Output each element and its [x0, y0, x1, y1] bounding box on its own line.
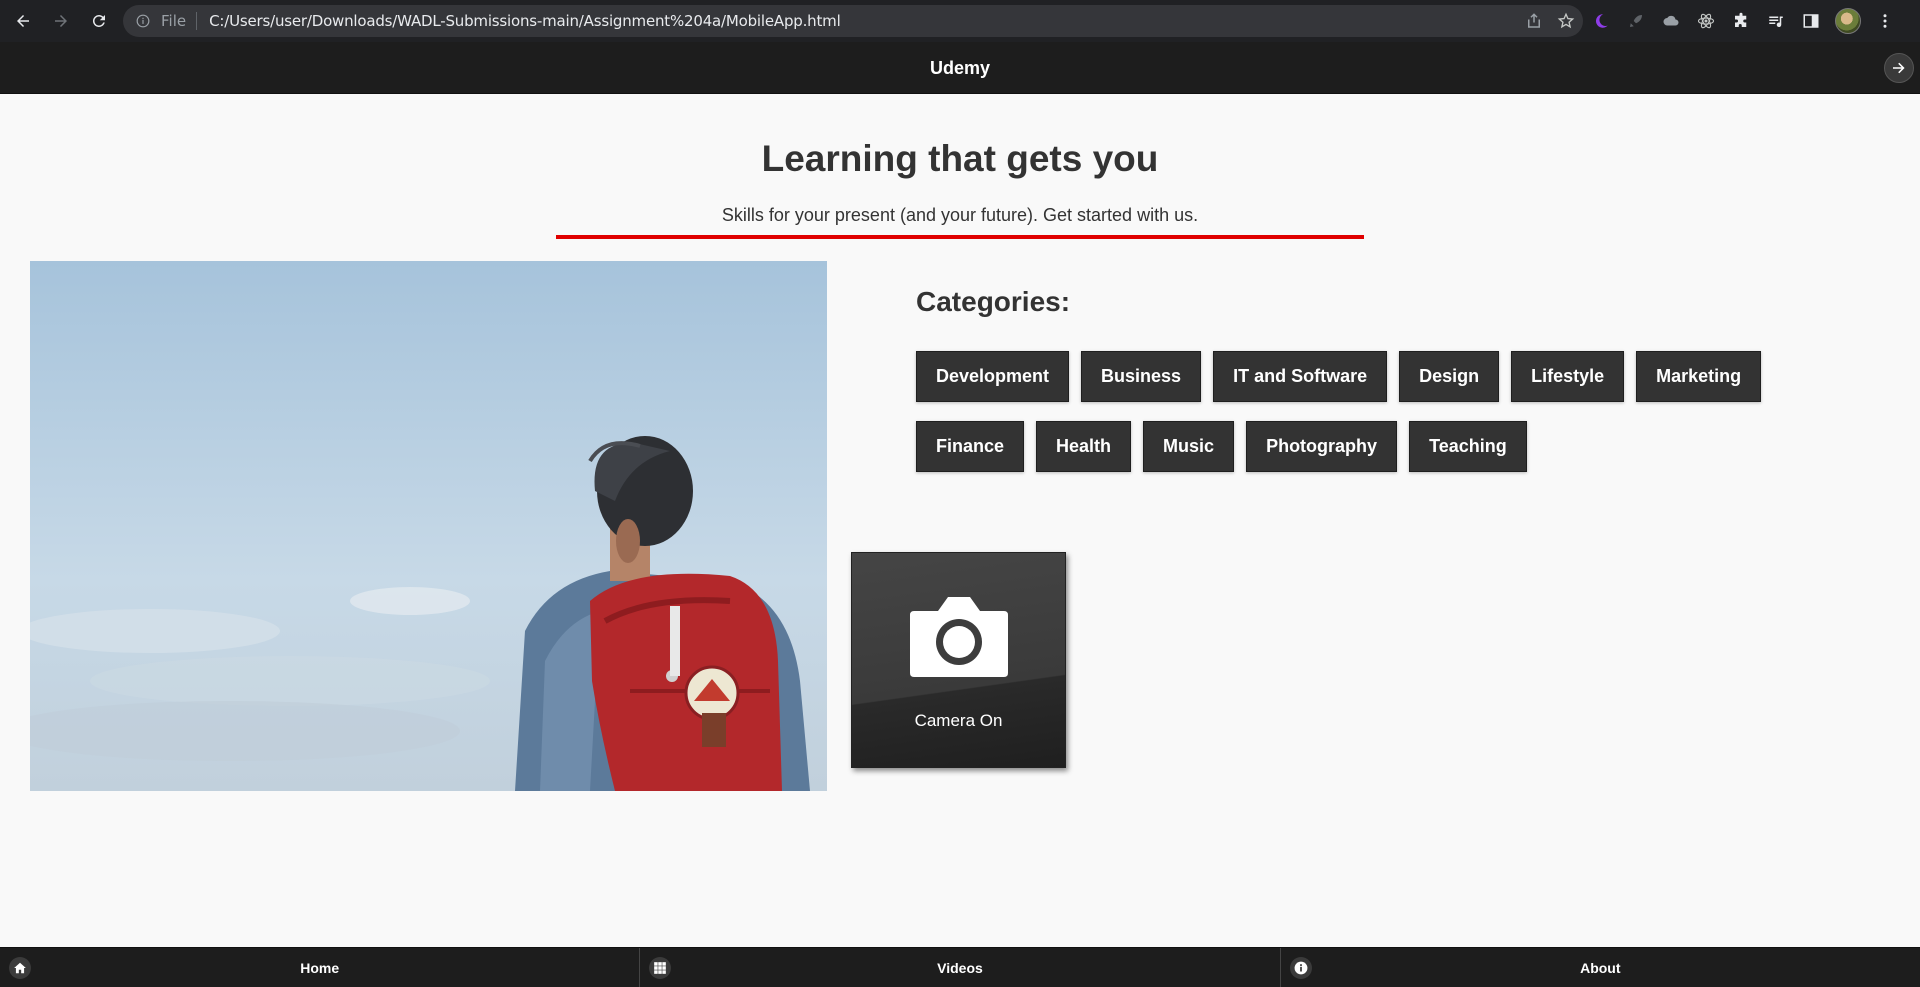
side-panel-button[interactable]	[1800, 10, 1822, 32]
category-music-button[interactable]: Music	[1143, 421, 1235, 472]
category-development-button[interactable]: Development	[916, 351, 1070, 402]
profile-avatar[interactable]	[1835, 8, 1861, 34]
category-it-software-button[interactable]: IT and Software	[1213, 351, 1388, 402]
app-title: Udemy	[929, 58, 991, 78]
info-icon	[1289, 957, 1312, 979]
nav-videos[interactable]: Videos	[640, 948, 1281, 987]
arrow-left-icon	[17, 15, 29, 27]
rocket-icon	[1630, 15, 1642, 27]
camera-label: Camera On	[914, 711, 1003, 730]
forward-button[interactable]	[46, 6, 76, 36]
nav-home[interactable]: Home	[0, 948, 641, 987]
home-icon	[9, 957, 31, 979]
arrow-right-icon	[55, 15, 67, 27]
side-panel-icon	[1803, 14, 1819, 28]
extensions-bar	[1590, 0, 1896, 42]
categories-title: Categories:	[916, 286, 1071, 317]
hero-image	[30, 261, 827, 791]
divider-rule	[556, 235, 1364, 239]
categories-row-2: Finance Health Music Photography Teachin…	[916, 421, 1527, 472]
share-icon[interactable]	[1525, 12, 1543, 30]
playlist-icon	[1769, 16, 1783, 28]
nav-about[interactable]: About	[1281, 948, 1920, 987]
backpacker-photo	[30, 261, 827, 791]
app-header: Udemy	[0, 42, 1920, 94]
more-vertical-icon	[1883, 14, 1887, 28]
footer-navbar: Home Videos About	[0, 947, 1920, 987]
cloud-extension[interactable]	[1660, 10, 1682, 32]
divider	[196, 12, 198, 30]
puzzle-icon	[1735, 12, 1747, 27]
header-action-button[interactable]	[1884, 53, 1914, 83]
category-photography-button[interactable]: Photography	[1246, 421, 1398, 472]
reload-button[interactable]	[84, 6, 114, 36]
categories-row-1: Development Business IT and Software Des…	[916, 351, 1762, 402]
browser-menu-button[interactable]	[1874, 10, 1896, 32]
nav-home-label: Home	[300, 959, 340, 976]
rocket-extension[interactable]	[1625, 10, 1647, 32]
react-extension[interactable]	[1695, 10, 1717, 32]
category-design-button[interactable]: Design	[1399, 351, 1500, 402]
nav-videos-label: Videos	[937, 959, 983, 976]
moon-icon	[1595, 14, 1608, 28]
moon-extension[interactable]	[1590, 10, 1612, 32]
category-finance-button[interactable]: Finance	[916, 421, 1025, 472]
scheme-label: File	[161, 12, 187, 30]
arrow-right-icon	[1893, 62, 1905, 74]
atom-icon	[1697, 13, 1715, 29]
media-button[interactable]	[1765, 10, 1787, 32]
url-text[interactable]: C:/Users/user/Downloads/WADL-Submissions…	[209, 12, 841, 30]
info-icon[interactable]	[136, 14, 150, 28]
page-tagline: Skills for your present (and your future…	[721, 205, 1199, 225]
category-marketing-button[interactable]: Marketing	[1636, 351, 1762, 402]
cloud-icon	[1663, 15, 1679, 26]
reload-icon	[92, 14, 105, 27]
browser-toolbar: File C:/Users/user/Downloads/WADL-Submis…	[0, 0, 1920, 42]
camera-icon	[910, 597, 1008, 677]
extensions-button[interactable]	[1730, 10, 1752, 32]
category-lifestyle-button[interactable]: Lifestyle	[1511, 351, 1625, 402]
grid-icon	[649, 957, 672, 979]
back-button[interactable]	[8, 6, 38, 36]
page-headline: Learning that gets you	[761, 138, 1159, 179]
category-business-button[interactable]: Business	[1081, 351, 1202, 402]
category-teaching-button[interactable]: Teaching	[1409, 421, 1527, 472]
nav-about-label: About	[1580, 959, 1621, 976]
camera-button[interactable]: Camera On	[851, 552, 1066, 768]
star-icon[interactable]	[1557, 12, 1575, 30]
category-health-button[interactable]: Health	[1036, 421, 1132, 472]
address-bar[interactable]: File C:/Users/user/Downloads/WADL-Submis…	[123, 5, 1583, 37]
